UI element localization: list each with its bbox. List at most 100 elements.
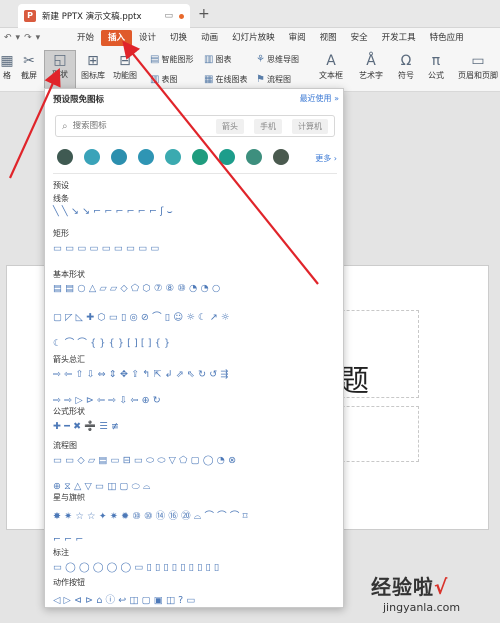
menu-transition[interactable]: 切换 bbox=[163, 30, 194, 46]
app-logo-icon: P bbox=[24, 10, 36, 22]
smart-graphic-button[interactable]: ▤ 智能图形 bbox=[150, 54, 193, 65]
menu-review[interactable]: 审阅 bbox=[282, 30, 313, 46]
grid-icon: ⊞ bbox=[87, 53, 99, 69]
icon-search-input[interactable] bbox=[72, 121, 183, 131]
header-footer-button[interactable]: ▭ 页眉和页脚 bbox=[456, 52, 500, 81]
shape-row[interactable]: ▭▭▭▭▭▭▭▭▭ bbox=[53, 243, 163, 254]
menu-home[interactable]: 开始 bbox=[70, 30, 101, 46]
monitor-icon[interactable]: ▭ bbox=[164, 11, 173, 21]
screenshot-button[interactable]: ✂ 截屏 bbox=[16, 52, 42, 81]
shape-row[interactable]: ╲╲↘↘⌐⌐⌐⌐⌐⌐ʃ⌣ bbox=[53, 206, 176, 217]
quick-access: ↶ ▾ ↷ ▾ bbox=[4, 33, 70, 43]
flowchart-icon: ⚑ bbox=[256, 74, 265, 85]
omega-icon: Ω bbox=[400, 53, 412, 69]
function-chart-icon: ⊟ bbox=[119, 53, 131, 69]
undo-icon[interactable]: ↶ bbox=[4, 33, 12, 43]
free-icon[interactable] bbox=[273, 149, 289, 165]
formula-button[interactable]: π 公式 bbox=[424, 52, 448, 81]
online-chart-button[interactable]: ▦ 在线图表 bbox=[204, 74, 247, 85]
shape-row[interactable]: ▭▭◇▱▤▭⊟▭⬭⬭▽⬠▢◯◔⊗ bbox=[53, 455, 239, 466]
table-chart-button[interactable]: ▥ 表图 bbox=[150, 74, 177, 85]
unsaved-dot-icon bbox=[179, 13, 184, 19]
section-label: 动作按钮 bbox=[53, 578, 85, 587]
watermark-url: jingyanla.com bbox=[383, 601, 461, 614]
search-icon: ⌕ bbox=[62, 120, 68, 132]
panel-heading: 预设限免图标 bbox=[53, 95, 105, 105]
wordart-icon: Å bbox=[366, 53, 376, 69]
free-icon[interactable] bbox=[219, 149, 235, 165]
document-name: 新建 PPTX 演示文稿.pptx bbox=[42, 12, 142, 22]
shape-row[interactable]: ▤▤○△▱▱◇⬠⬡⑦⑧⑩◔◔○ bbox=[53, 283, 223, 294]
section-label: 流程图 bbox=[53, 441, 77, 450]
online-chart-icon: ▦ bbox=[204, 74, 214, 85]
menu-insert[interactable]: 插入 bbox=[101, 30, 133, 46]
header-footer-icon: ▭ bbox=[471, 53, 485, 69]
icon-library-button[interactable]: ⊞ 图标库 bbox=[78, 52, 108, 81]
free-icon[interactable] bbox=[165, 149, 181, 165]
flowchart-button[interactable]: ⚑ 流程图 bbox=[256, 74, 291, 85]
free-icon[interactable] bbox=[192, 149, 208, 165]
textbox-icon: A bbox=[326, 53, 336, 69]
shape-row[interactable]: ⊕⧖△▽▭◫▢⬭⌓ bbox=[53, 481, 154, 492]
shapes-dropdown: 预设限免图标 最近使用 » ⌕ 箭头 手机 计算机 更多 › 预设 线条 ╲╲↘↘… bbox=[44, 88, 344, 608]
ribbon: ▦ 格 ✂ 截屏 ◱ 形状 ⊞ 图标库 ⊟ 功能图 ▤ 智能图形 ▥ 表图 ▥ … bbox=[0, 48, 500, 92]
shape-row[interactable]: ⌐⌐⌐ bbox=[53, 534, 86, 545]
shapes-button[interactable]: ◱ 形状 bbox=[44, 50, 76, 90]
title-bar: P 新建 PPTX 演示文稿.pptx ▭ + bbox=[0, 0, 500, 28]
more-icons-link[interactable]: 更多 › bbox=[315, 153, 337, 164]
menu-animation[interactable]: 动画 bbox=[194, 30, 225, 46]
document-tab[interactable]: P 新建 PPTX 演示文稿.pptx ▭ bbox=[18, 4, 190, 28]
menu-developer[interactable]: 开发工具 bbox=[375, 30, 423, 46]
table-button[interactable]: ▦ 格 bbox=[0, 52, 14, 81]
shape-row[interactable]: ☾⌒⌒{}{}[][]{} bbox=[53, 335, 173, 349]
section-label: 标注 bbox=[53, 548, 69, 557]
shape-row[interactable]: ◁▷⊲⊳⌂ⓘ↩◫▢▣◫?▭ bbox=[53, 592, 199, 606]
shape-row[interactable]: ✸✷☆☆✦✷✹⑩⑩⑭⑯⑳⌓⌒⌒⌒⌑ bbox=[53, 508, 251, 522]
section-label: 公式形状 bbox=[53, 407, 85, 416]
section-label: 线条 bbox=[53, 194, 69, 203]
function-chart-button[interactable]: ⊟ 功能图 bbox=[110, 52, 140, 81]
menu-bar: ↶ ▾ ↷ ▾ 开始 插入 设计 切换 动画 幻灯片放映 审阅 视图 安全 开发… bbox=[0, 28, 500, 48]
free-icon[interactable] bbox=[246, 149, 262, 165]
pi-icon: π bbox=[431, 53, 441, 69]
shapes-icon: ◱ bbox=[53, 52, 67, 68]
free-icon[interactable] bbox=[57, 149, 73, 165]
icon-search-box[interactable]: ⌕ 箭头 手机 计算机 bbox=[55, 115, 335, 137]
search-chip[interactable]: 计算机 bbox=[292, 119, 328, 134]
table-icon: ▦ bbox=[0, 53, 14, 69]
shape-row[interactable]: ⇨⇦⇧⇩⇔⇕✥⇪↰⇱↲⇗⇖↻↺⇶ bbox=[53, 369, 232, 380]
section-label: 箭头总汇 bbox=[53, 355, 85, 364]
mindmap-button[interactable]: ⚘ 思维导图 bbox=[256, 54, 299, 65]
chart-small-icon: ▥ bbox=[150, 74, 160, 85]
shape-row[interactable]: ▢◸◺✚⬡▭▯◎⊘⌒▯☺☼☾↗☼ bbox=[53, 309, 233, 323]
section-label: 星与旗帜 bbox=[53, 493, 85, 502]
recently-used-link[interactable]: 最近使用 » bbox=[300, 93, 339, 104]
chart-button[interactable]: ▥ 图表 bbox=[204, 54, 231, 65]
divider bbox=[53, 173, 337, 174]
free-icon[interactable] bbox=[84, 149, 100, 165]
search-chip[interactable]: 箭头 bbox=[216, 119, 244, 134]
dropdown-icon[interactable]: ▾ bbox=[16, 33, 21, 43]
scissors-icon: ✂ bbox=[23, 53, 35, 69]
section-label: 基本形状 bbox=[53, 270, 85, 279]
section-label: 矩形 bbox=[53, 229, 69, 238]
shape-row[interactable]: ▭◯◯◯◯◯▭▯▯▯▯▯▯▯▯▯ bbox=[53, 562, 222, 573]
menu-security[interactable]: 安全 bbox=[344, 30, 375, 46]
redo-icon[interactable]: ↷ bbox=[24, 33, 32, 43]
menu-view[interactable]: 视图 bbox=[313, 30, 344, 46]
symbol-button[interactable]: Ω 符号 bbox=[394, 52, 418, 81]
free-icon[interactable] bbox=[111, 149, 127, 165]
menu-features[interactable]: 特色应用 bbox=[423, 30, 471, 46]
search-chip[interactable]: 手机 bbox=[254, 119, 282, 134]
wordart-button[interactable]: Å 艺术字 bbox=[356, 52, 386, 81]
shape-row[interactable]: ✚━✖➗☰≢ bbox=[53, 421, 122, 432]
dropdown-icon[interactable]: ▾ bbox=[36, 33, 41, 43]
preset-label: 预设 bbox=[53, 181, 69, 190]
textbox-button[interactable]: A 文本框 bbox=[316, 52, 346, 81]
new-tab-button[interactable]: + bbox=[198, 6, 210, 22]
menu-slideshow[interactable]: 幻灯片放映 bbox=[225, 30, 282, 46]
mindmap-icon: ⚘ bbox=[256, 54, 265, 65]
shape-row[interactable]: ⇨⇨▷⊳⇦⇨⇩⇦⊕↻ bbox=[53, 395, 164, 406]
free-icon[interactable] bbox=[138, 149, 154, 165]
menu-design[interactable]: 设计 bbox=[132, 30, 163, 46]
